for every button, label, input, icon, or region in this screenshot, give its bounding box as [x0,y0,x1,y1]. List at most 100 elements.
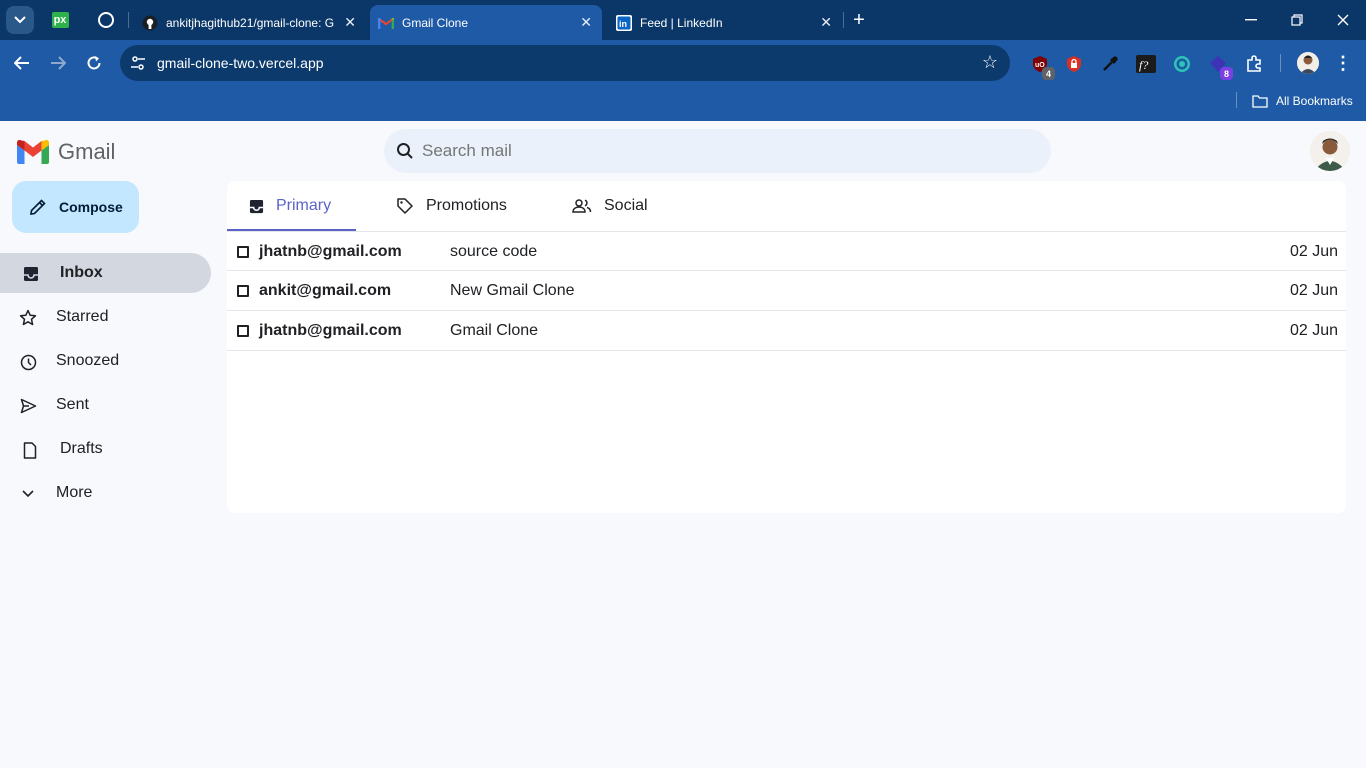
profile-photo-icon [1310,131,1350,171]
openai-icon [98,12,114,28]
close-icon[interactable]: ✕ [820,14,832,31]
pinned-tab-px[interactable]: px [48,8,72,32]
chevron-down-icon [14,16,26,24]
account-avatar[interactable] [1310,131,1350,171]
tab-github[interactable]: ankitjhagithub21/gmail-clone: G ✕ [134,5,366,40]
kebab-menu-icon: ⋮ [1334,52,1352,73]
tab-separator [843,12,844,28]
sidebar-item-more[interactable]: More [0,473,211,513]
tab-label: Primary [276,197,332,214]
minimize-button[interactable] [1239,8,1263,32]
tab-title: Gmail Clone [402,15,469,30]
tab-gmail-clone[interactable]: Gmail Clone ✕ [370,5,602,40]
svg-text:f?: f? [1139,58,1148,72]
search-bar [384,129,1051,173]
eyedropper-icon [1103,56,1118,71]
browser-toolbar: gmail-clone-two.vercel.app ☆ [0,40,1366,86]
extensions-menu-button[interactable] [1243,53,1265,75]
tag-icon [397,198,413,214]
bookmarks-separator [1236,92,1237,108]
lock-extension[interactable] [1063,53,1085,75]
sidebar-item-label: Drafts [60,440,103,457]
sidebar-item-snoozed[interactable]: Snoozed [0,341,211,381]
compose-label: Compose [59,199,123,215]
lock-icon [1067,56,1081,72]
tab-search-button[interactable] [6,6,34,34]
minimize-icon [1245,19,1257,21]
email-row[interactable]: jhatnb@gmail.com source code 02 Jun [227,231,1346,271]
tab-linkedin[interactable]: in Feed | LinkedIn ✕ [606,5,842,40]
ublock-extension[interactable]: uO 4 [1029,53,1055,80]
sidebar-item-sent[interactable]: Sent [0,385,211,425]
all-bookmarks-label: All Bookmarks [1276,94,1353,108]
email-row[interactable]: jhatnb@gmail.com Gmail Clone 02 Jun [227,311,1346,351]
tab-label: Promotions [426,197,507,214]
px-icon: px [51,12,69,28]
sidebar-item-drafts[interactable]: Drafts [0,429,211,469]
eyedropper-extension[interactable] [1099,53,1121,75]
extension-badge: 8 [1220,67,1233,80]
new-tab-button[interactable]: + [848,9,870,31]
email-subject: source code [450,243,538,260]
email-checkbox[interactable] [237,246,249,258]
profile-photo-icon [1297,52,1319,74]
gmail-wordmark: Gmail [58,139,116,164]
url-text: gmail-clone-two.vercel.app [157,55,324,71]
restore-button[interactable] [1285,8,1309,32]
reload-icon [87,56,101,70]
close-icon [1337,14,1349,26]
mail-list-panel: Primary Promotions Social jhatnb@gmail.c… [227,181,1346,513]
target-icon [1174,56,1190,72]
email-checkbox[interactable] [237,285,249,297]
bookmark-star-icon[interactable]: ☆ [982,52,998,73]
all-bookmarks-button[interactable]: All Bookmarks [1252,92,1353,110]
inbox-icon [22,265,40,283]
email-date: 02 Jun [1289,243,1338,260]
target-extension[interactable] [1171,53,1193,75]
tab-separator [128,12,129,28]
address-bar[interactable]: gmail-clone-two.vercel.app ☆ [120,45,1010,81]
tab-title: ankitjhagithub21/gmail-clone: G [166,15,335,30]
sidebar-item-label: Inbox [60,264,103,281]
forward-button[interactable] [46,51,70,75]
github-icon [142,15,158,31]
purple-extension[interactable]: 8 [1207,53,1233,80]
compose-button[interactable]: Compose [12,181,139,233]
email-row[interactable]: ankit@gmail.com New Gmail Clone 02 Jun [227,271,1346,311]
pencil-icon [30,199,46,215]
reload-button[interactable] [82,51,106,75]
sidebar-item-inbox[interactable]: Inbox [0,253,211,293]
email-checkbox[interactable] [237,325,249,337]
pinned-tab-openai[interactable] [94,8,118,32]
tab-promotions[interactable]: Promotions [396,181,507,231]
inbox-icon [249,199,264,213]
toolbar-separator [1280,54,1281,72]
arrow-right-icon [51,56,66,70]
close-icon[interactable]: ✕ [344,14,356,31]
email-sender: ankit@gmail.com [259,282,392,299]
puzzle-icon [1247,55,1261,72]
email-date: 02 Jun [1289,282,1338,299]
email-subject: New Gmail Clone [450,282,575,299]
sidebar-item-label: More [56,484,93,501]
tab-social[interactable]: Social [572,181,648,231]
send-icon [19,397,37,415]
plus-icon: + [853,8,865,31]
browser-profile-avatar[interactable] [1297,52,1319,74]
close-window-button[interactable] [1331,8,1355,32]
whatfont-extension[interactable]: f? [1135,53,1157,75]
search-icon[interactable] [396,142,414,160]
sidebar-item-label: Snoozed [56,352,120,369]
tab-primary[interactable]: Primary [249,181,331,231]
gmail-logo[interactable]: Gmail [17,139,115,165]
close-icon[interactable]: ✕ [580,14,592,31]
email-sender: jhatnb@gmail.com [259,322,402,339]
tab-label: Social [604,197,648,214]
search-input[interactable] [422,129,1022,173]
back-button[interactable] [10,51,34,75]
sidebar-item-starred[interactable]: Starred [0,297,211,337]
site-info-icon[interactable] [130,55,146,71]
email-subject: Gmail Clone [450,322,539,339]
browser-menu-button[interactable]: ⋮ [1333,52,1353,74]
bookmarks-bar [0,86,1366,121]
